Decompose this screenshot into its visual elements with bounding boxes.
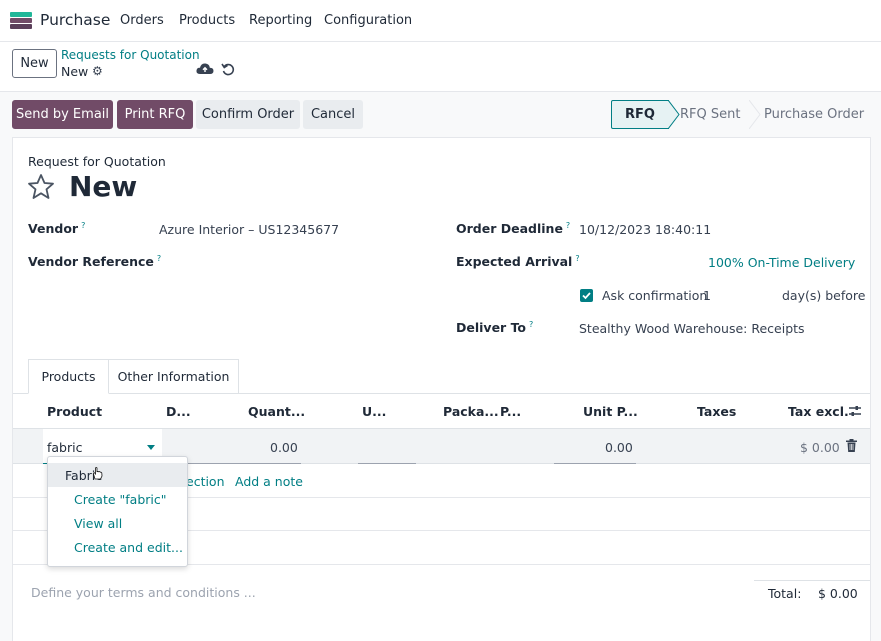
breadcrumb-parent[interactable]: Requests for Quotation xyxy=(61,48,200,62)
status-rfq-sent[interactable]: RFQ Sent xyxy=(680,100,740,129)
tab-other-information[interactable]: Other Information xyxy=(109,359,239,394)
status-rfq[interactable]: RFQ xyxy=(611,100,669,129)
ask-confirmation-label: Ask confirmation xyxy=(602,288,708,303)
subtotal-value: $ 0.00 xyxy=(800,440,840,455)
dropdown-create-and-edit[interactable]: Create and edit... xyxy=(48,535,187,559)
nav-orders[interactable]: Orders xyxy=(120,13,164,28)
new-button[interactable]: New xyxy=(12,49,57,78)
total-value: $ 0.00 xyxy=(818,586,858,601)
record-title: New xyxy=(69,170,138,203)
purchase-app-icon[interactable] xyxy=(10,12,32,29)
trash-icon[interactable] xyxy=(846,439,857,452)
col-unit-price[interactable]: Unit P... xyxy=(583,404,638,419)
nav-reporting[interactable]: Reporting xyxy=(249,13,312,28)
col-uom[interactable]: U... xyxy=(362,404,386,419)
col-description[interactable]: D... xyxy=(166,404,191,419)
gear-icon[interactable]: ⚙ xyxy=(92,64,103,78)
deliver-to-label: Deliver To? xyxy=(456,320,534,336)
product-autocomplete-dropdown: Fabric Create "fabric" View all Create a… xyxy=(47,456,188,567)
dropdown-item-fabric[interactable]: Fabric xyxy=(48,463,187,487)
doc-type: Request for Quotation xyxy=(28,154,166,169)
control-panel: New Requests for Quotation New ⚙ xyxy=(0,42,881,92)
discard-icon[interactable] xyxy=(221,62,235,76)
col-quantity[interactable]: Quant... xyxy=(248,404,305,419)
print-rfq-button[interactable]: Print RFQ xyxy=(117,100,193,129)
status-purchase-order[interactable]: Purchase Order xyxy=(764,100,864,129)
hand-cursor-icon xyxy=(92,467,103,480)
breadcrumb-current: New xyxy=(61,64,89,79)
nav-configuration[interactable]: Configuration xyxy=(324,13,412,28)
chevron-down-icon[interactable] xyxy=(147,445,155,450)
col-tax-excl[interactable]: Tax excl. xyxy=(788,404,849,419)
col-packaging[interactable]: Packa... xyxy=(443,404,499,419)
nav-products[interactable]: Products xyxy=(179,13,235,28)
save-cloud-icon[interactable] xyxy=(196,62,214,76)
status-chevron xyxy=(749,100,761,129)
app-name[interactable]: Purchase xyxy=(40,11,110,29)
optional-columns-icon[interactable] xyxy=(849,405,861,417)
unit-price-field[interactable]: 0.00 xyxy=(605,440,633,455)
vendor-reference-label: Vendor Reference? xyxy=(28,254,162,270)
status-chevron-active xyxy=(668,100,680,129)
col-taxes[interactable]: Taxes xyxy=(697,404,736,419)
dropdown-create-fabric[interactable]: Create "fabric" xyxy=(48,487,187,511)
col-packaging-qty[interactable]: P... xyxy=(500,404,521,419)
dropdown-view-all[interactable]: View all xyxy=(48,511,187,535)
on-time-delivery-link[interactable]: 100% On-Time Delivery xyxy=(708,255,855,270)
confirm-order-button[interactable]: Confirm Order xyxy=(196,100,300,129)
terms-input[interactable]: Define your terms and conditions ... xyxy=(31,585,256,600)
quantity-field[interactable]: 0.00 xyxy=(270,440,298,455)
add-note-link[interactable]: Add a note xyxy=(235,474,303,489)
expected-arrival-label: Expected Arrival? xyxy=(456,254,580,270)
top-navbar: Purchase Orders Products Reporting Confi… xyxy=(0,0,881,42)
col-product[interactable]: Product xyxy=(47,404,102,419)
star-icon[interactable] xyxy=(27,173,55,201)
vendor-label: Vendor? xyxy=(28,221,86,237)
ask-confirmation-checkbox[interactable] xyxy=(580,289,593,302)
days-before-label: day(s) before xyxy=(782,288,866,303)
order-deadline-label: Order Deadline? xyxy=(456,221,571,237)
status-bar: RFQ RFQ Sent Purchase Order xyxy=(611,100,870,129)
deliver-to-field[interactable]: Stealthy Wood Warehouse: Receipts xyxy=(579,321,805,336)
add-section-link[interactable]: ection xyxy=(186,474,225,489)
send-by-email-button[interactable]: Send by Email xyxy=(12,100,113,129)
order-deadline-field[interactable]: 10/12/2023 18:40:11 xyxy=(579,222,711,237)
cancel-button[interactable]: Cancel xyxy=(303,100,363,129)
total-label: Total: xyxy=(768,586,802,601)
vendor-field[interactable]: Azure Interior – US12345677 xyxy=(159,222,339,237)
ask-confirmation-days[interactable]: 1 xyxy=(703,288,711,303)
total-divider xyxy=(754,580,870,581)
tab-products[interactable]: Products xyxy=(28,359,109,394)
